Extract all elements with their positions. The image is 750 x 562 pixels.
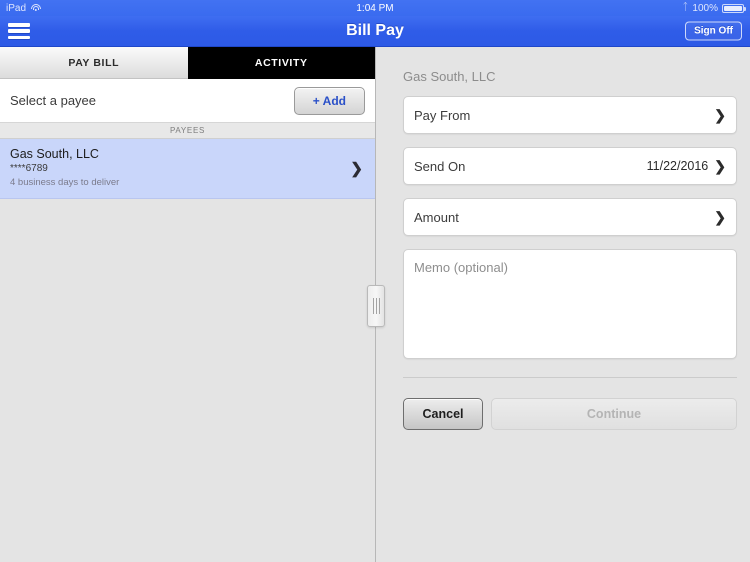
bill-pay-form: Gas South, LLC Pay From ❯ Send On 11/22/… [376,47,750,430]
left-panel: PAY BILL ACTIVITY Select a payee + Add P… [0,47,375,562]
amount-label: Amount [414,209,459,225]
tab-activity[interactable]: ACTIVITY [187,47,375,79]
chevron-right-icon: ❯ [714,158,726,174]
payee-name: Gas South, LLC [10,147,99,161]
split-view-content: PAY BILL ACTIVITY Select a payee + Add P… [0,47,750,562]
status-bar-time: 1:04 PM [356,2,394,14]
bluetooth-icon: ᛏ [682,2,689,13]
pay-from-field[interactable]: Pay From ❯ [403,96,737,134]
form-actions: Cancel Continue [403,398,737,430]
chevron-right-icon: ❯ [350,160,363,177]
chevron-right-icon: ❯ [714,209,726,225]
right-panel: Gas South, LLC Pay From ❯ Send On 11/22/… [367,47,750,562]
ipad-app-window: iPad 1:04 PM ᛏ 100% Bill Pay Sign Off PA… [0,0,750,562]
form-payee-title: Gas South, LLC [403,69,496,84]
pay-from-label: Pay From [414,107,471,123]
battery-icon [722,3,746,13]
add-payee-button[interactable]: + Add [293,86,365,115]
status-bar: iPad 1:04 PM ᛏ 100% [0,0,750,16]
select-payee-bar: Select a payee + Add [0,79,375,123]
form-divider [403,377,737,378]
memo-placeholder: Memo (optional) [414,260,508,275]
cancel-button[interactable]: Cancel [403,398,483,430]
sign-off-button[interactable]: Sign Off [685,21,742,41]
page-title: Bill Pay [346,22,404,39]
select-payee-label: Select a payee [10,93,97,108]
send-on-label: Send On [414,158,466,174]
tab-bar: PAY BILL ACTIVITY [0,47,375,79]
chevron-right-icon: ❯ [714,107,726,123]
split-view-drag-handle[interactable] [367,285,385,327]
payees-section-header: PAYEES [0,123,375,139]
payee-list-item[interactable]: Gas South, LLC ****6789 4 business days … [0,139,375,199]
battery-percent-label: 100% [692,2,718,14]
send-on-field[interactable]: Send On 11/22/2016 ❯ [403,147,737,185]
navigation-bar: Bill Pay Sign Off [0,16,750,47]
payee-delivery-note: 4 business days to deliver [10,177,120,188]
amount-field[interactable]: Amount ❯ [403,198,737,236]
continue-button: Continue [491,398,737,430]
tab-pay-bill[interactable]: PAY BILL [0,47,188,79]
send-on-value: 11/22/2016 [646,159,709,173]
status-bar-right: ᛏ 100% [682,2,746,14]
payee-account-number: ****6789 [10,163,48,174]
memo-input[interactable]: Memo (optional) [403,249,737,359]
